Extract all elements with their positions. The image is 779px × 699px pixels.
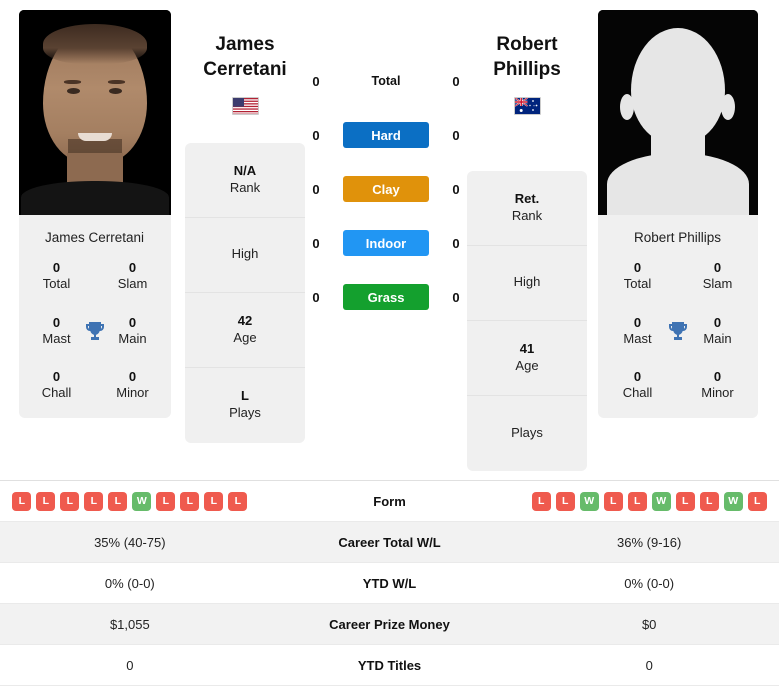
form-badge-w[interactable]: W [651,491,671,511]
left-player-info-card: N/A Rank High 42 Age L Plays [185,142,305,443]
form-badge-l[interactable]: L [555,491,575,511]
left-score-total: 0 [312,73,320,89]
surface-label-hard[interactable]: Hard [343,122,429,148]
table-row-ytd-titles: 0 YTD Titles 0 [0,645,779,686]
left-player-name: James Cerretani [203,34,287,81]
surface-row-hard: 0 Hard 0 [306,122,466,148]
form-badge-l[interactable]: L [627,491,647,511]
row-label-ytd-titles: YTD Titles [357,657,422,673]
right-titles-minor: 0 Minor [701,369,734,401]
right-titles-total: 0 Total [623,260,652,292]
right-player-titles-card: Robert Phillips 0 Total 0 Slam 0 Mast 0 … [597,215,758,418]
right-ytd-wl: 0% (0-0) [624,575,675,591]
left-player-photo [18,10,171,215]
left-rank-row: N/A Rank [185,143,305,218]
right-score-hard: 0 [452,127,460,143]
form-badge-l[interactable]: L [36,491,56,511]
surface-label-grass[interactable]: Grass [343,284,429,310]
left-career-prize-money: $1,055 [109,616,150,632]
right-titles-chall: 0 Chall [622,369,653,401]
form-badge-l[interactable]: L [531,491,551,511]
form-badge-l[interactable]: L [84,491,104,511]
right-ytd-titles: 0 [645,657,653,673]
left-high-row: High [185,218,305,293]
left-ytd-wl: 0% (0-0) [104,575,155,591]
form-badge-l[interactable]: L [60,491,80,511]
left-age-row: 42 Age [185,293,305,368]
left-titles-slam: 0 Slam [117,260,148,292]
form-badge-l[interactable]: L [603,491,623,511]
left-player-column: James Cerretani 0 Total 0 Slam 0 Mast 0 … [5,10,184,418]
left-player-info-column: James Cerretani N/A Rank High 42 Age L P… [184,10,306,443]
surface-row-indoor: 0 Indoor 0 [306,230,466,256]
form-badge-l[interactable]: L [699,491,719,511]
right-player-name: Robert Phillips [493,34,561,81]
left-career-total-wl: 35% (40-75) [94,534,166,550]
left-titles-minor: 0 Minor [116,369,149,401]
row-label-form: Form [373,493,406,509]
row-label-ytd-wl: YTD W/L [362,575,417,591]
surface-label-indoor[interactable]: Indoor [343,230,429,256]
left-titles-chall: 0 Chall [41,369,72,401]
right-career-prize-money: $0 [641,616,657,632]
table-row-career-prize-money: $1,055 Career Prize Money $0 [0,604,779,645]
form-badge-l[interactable]: L [12,491,32,511]
form-badge-l[interactable]: L [675,491,695,511]
trophy-icon [665,318,691,344]
right-high-row: High [467,246,587,321]
au-flag-icon [513,96,541,115]
form-badge-l[interactable]: L [228,491,248,511]
row-label-career-total-wl: Career Total W/L [338,534,441,550]
form-badge-w[interactable]: W [579,491,599,511]
right-player-column: Robert Phillips 0 Total 0 Slam 0 Mast 0 … [588,10,767,418]
left-player-card-name: James Cerretani [44,230,145,245]
right-score-total: 0 [452,73,460,89]
right-titles-slam: 0 Slam [702,260,733,292]
form-badge-l[interactable]: L [156,491,176,511]
right-player-photo [597,10,758,215]
surface-label-total: Total [371,74,401,88]
form-badge-l[interactable]: L [108,491,128,511]
form-badge-l[interactable]: L [204,491,224,511]
surface-row-total: 0 Total 0 [306,68,466,94]
row-label-career-prize-money: Career Prize Money [329,616,450,632]
left-plays-row: L Plays [229,388,261,421]
right-player-info-card: Ret. Rank High 41 Age Plays [467,170,587,471]
right-rank-row: Ret. Rank [467,171,587,246]
form-badge-l[interactable]: L [180,491,200,511]
surface-label-clay[interactable]: Clay [343,176,429,202]
right-player-info-column: Robert Phillips Ret. Rank High 41 Age Pl… [466,10,588,471]
player-comparison-header: James Cerretani 0 Total 0 Slam 0 Mast 0 … [0,0,779,480]
right-form-badges: LLWLLWLLWL [519,491,779,511]
left-titles-grid: 0 Total 0 Slam 0 Mast 0 Main 0 Chall 0 M… [19,260,171,402]
right-age-row: 41 Age [467,321,587,396]
form-badge-w[interactable]: W [723,491,743,511]
form-badge-l[interactable]: L [747,491,767,511]
surface-comparison-column: 0 Total 0 0 Hard 0 0 Clay 0 0 Indoor 0 0… [306,10,466,310]
surface-row-clay: 0 Clay 0 [306,176,466,202]
surface-row-grass: 0 Grass 0 [306,284,466,310]
table-row-career-total-wl: 35% (40-75) Career Total W/L 36% (9-16) [0,522,779,563]
table-row-ytd-wl: 0% (0-0) YTD W/L 0% (0-0) [0,563,779,604]
right-score-indoor: 0 [452,235,460,251]
trophy-icon [82,318,108,344]
left-score-indoor: 0 [312,235,320,251]
left-titles-total: 0 Total [42,260,71,292]
left-score-grass: 0 [312,289,320,305]
right-plays-row: Plays [511,424,543,440]
left-player-titles-card: James Cerretani 0 Total 0 Slam 0 Mast 0 … [18,215,171,418]
right-player-card-name: Robert Phillips [633,230,722,245]
left-score-hard: 0 [312,127,320,143]
right-score-grass: 0 [452,289,460,305]
left-score-clay: 0 [312,181,320,197]
right-titles-grid: 0 Total 0 Slam 0 Mast 0 Main 0 Chall 0 M… [598,260,758,402]
left-ytd-titles: 0 [126,657,134,673]
us-flag-icon [231,96,259,115]
right-career-total-wl: 36% (9-16) [617,534,682,550]
table-row-form: LLLLLWLLLL Form LLWLLWLLWL [0,481,779,522]
right-score-clay: 0 [452,181,460,197]
comparison-stats-table: LLLLLWLLLL Form LLWLLWLLWL 35% (40-75) C… [0,480,779,686]
form-badge-w[interactable]: W [132,491,152,511]
left-form-badges: LLLLLWLLLL [0,491,260,511]
